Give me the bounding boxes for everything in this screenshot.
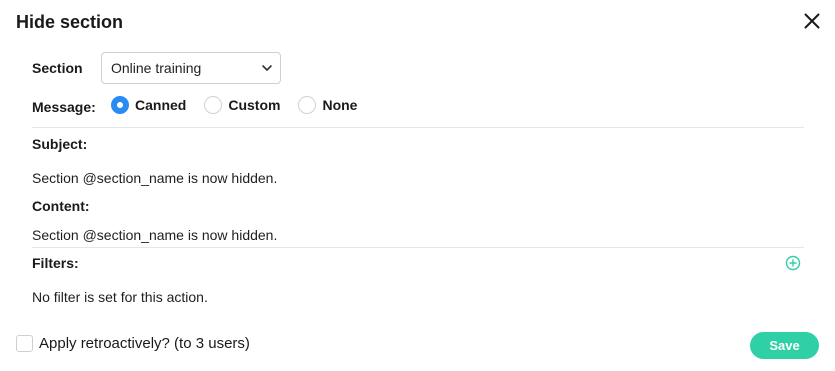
radio-none[interactable] [298,96,317,114]
add-filter-button[interactable] [785,255,801,271]
radio-option-none[interactable]: None [298,96,357,114]
dialog-title: Hide section [16,12,124,32]
radio-canned[interactable] [111,96,129,114]
radio-label-custom: Custom [228,97,281,113]
divider [32,127,804,128]
radio-label-canned: Canned [135,97,187,113]
message-radio-group: Canned Custom None [111,96,375,114]
subject-value: Section @section_name is now hidden. [32,170,278,186]
retroactive-checkbox[interactable] [16,335,33,352]
add-circle-icon [785,255,801,271]
close-button[interactable] [800,9,824,33]
radio-custom[interactable] [204,96,223,114]
section-select[interactable]: Online training [101,52,281,84]
radio-option-canned[interactable]: Canned [111,96,186,114]
retroactive-label: Apply retroactively? (to 3 users) [39,335,250,352]
close-icon [804,13,820,29]
section-select-value: Online training [111,60,202,76]
section-label: Section [32,60,83,76]
save-button[interactable]: Save [750,332,819,359]
content-label: Content: [32,198,90,214]
chevron-down-icon [262,65,272,71]
hide-section-dialog: Hide section Section Online training Mes… [0,0,835,371]
message-label: Message: [32,99,96,115]
divider [32,247,804,248]
subject-label: Subject: [32,136,88,152]
radio-option-custom[interactable]: Custom [204,96,280,114]
filters-label: Filters: [32,255,79,271]
filters-empty-text: No filter is set for this action. [32,289,208,305]
retroactive-option[interactable]: Apply retroactively? (to 3 users) [16,335,250,352]
content-value: Section @section_name is now hidden. [32,227,278,243]
radio-label-none: None [322,97,358,113]
